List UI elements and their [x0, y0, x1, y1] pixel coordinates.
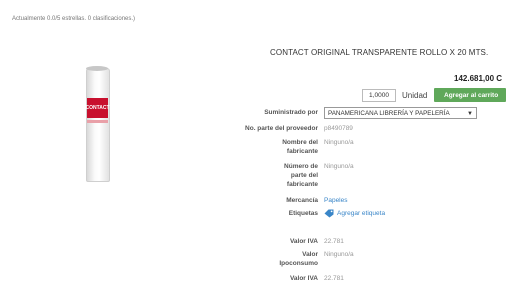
roll-top — [86, 66, 108, 71]
merchandise-label: Mercancía — [286, 197, 318, 204]
manufacturer-part-value: Ninguno/a — [324, 163, 354, 170]
iva-value: 22.781 — [324, 238, 344, 245]
label-stripe — [87, 120, 108, 123]
brand-label: CONTACT — [85, 98, 110, 118]
manufacturer-part-label: Número de parte del fabricante — [284, 163, 318, 188]
iva-label-2: Valor IVA — [289, 275, 318, 282]
quantity-input[interactable] — [362, 89, 396, 102]
iva-label: Valor IVA — [289, 238, 318, 245]
ipoconsumo-label: Valor Ipoconsumo — [279, 251, 318, 267]
chevron-down-icon: ▼ — [467, 111, 473, 117]
supplier-part-label: No. parte del proveedor — [245, 125, 318, 132]
merchandise-link[interactable]: Papeles — [324, 196, 348, 205]
manufacturer-name-label: Nombre del fabricante — [282, 139, 318, 155]
product-price: 142.681,00 C — [454, 74, 503, 83]
add-to-cart-button[interactable]: Agregar al carrito — [434, 88, 506, 102]
unit-label: Unidad — [402, 91, 428, 100]
rating-summary: Actualmente 0.0/5 estrellas. 0 clasifica… — [12, 16, 136, 22]
supplier-select-value: PANAMERICANA LIBRERÍA Y PAPELERÍA — [328, 110, 450, 117]
supplier-select[interactable]: PANAMERICANA LIBRERÍA Y PAPELERÍA ▼ — [324, 107, 477, 119]
supplied-by-label: Suministrado por — [264, 109, 318, 116]
ipoconsumo-value: Ninguno/a — [324, 251, 354, 258]
manufacturer-name-value: Ninguno/a — [324, 139, 354, 146]
iva-value-2: 22.781 — [324, 275, 344, 282]
supplier-part-value: p8490789 — [324, 125, 353, 132]
product-title: CONTACT ORIGINAL TRANSPARENTE ROLLO X 20… — [270, 48, 489, 57]
product-image[interactable]: CONTACT — [84, 66, 112, 184]
tag-icon[interactable] — [324, 209, 334, 218]
add-tag-link[interactable]: Agregar etiqueta — [337, 209, 385, 218]
roll-body — [86, 68, 110, 182]
tags-label: Etiquetas — [288, 210, 318, 217]
